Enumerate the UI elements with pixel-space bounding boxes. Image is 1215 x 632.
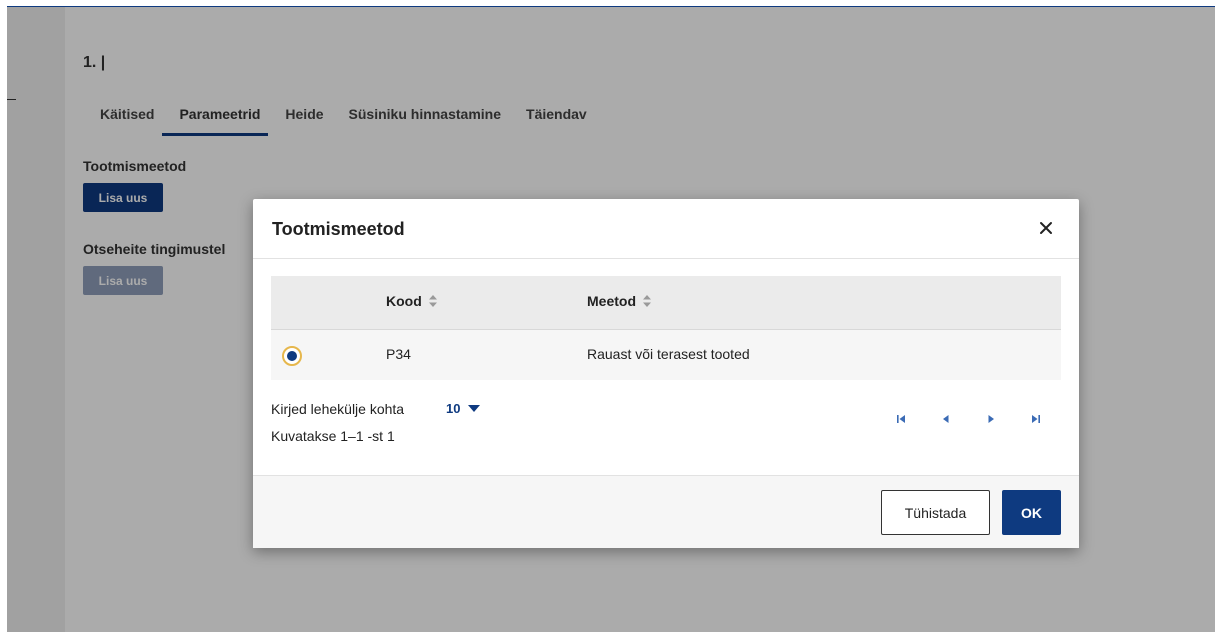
chevron-down-icon: [468, 405, 481, 412]
ok-button[interactable]: OK: [1002, 490, 1061, 535]
dialog-title: Tootmismeetod: [272, 219, 405, 239]
first-page-icon[interactable]: [894, 412, 908, 426]
range-text: Kuvatakse 1–1 -st 1: [271, 428, 395, 444]
table-header-row: Kood Meetod: [271, 276, 1061, 330]
tootmismeetod-dialog: Tootmismeetod Kood Meetod P34 Rauast või…: [253, 199, 1079, 548]
cell-meetod: Rauast või terasest tooted: [587, 346, 750, 362]
last-page-icon[interactable]: [1029, 412, 1043, 426]
column-header-kood[interactable]: Kood: [386, 293, 437, 309]
dialog-header: Tootmismeetod: [253, 199, 1079, 259]
table-row[interactable]: P34 Rauast või terasest tooted: [271, 330, 1061, 380]
prev-page-icon[interactable]: [939, 412, 953, 426]
row-select-radio[interactable]: [282, 346, 302, 366]
left-edge: [0, 0, 7, 632]
cancel-button[interactable]: Tühistada: [881, 490, 990, 535]
column-header-meetod[interactable]: Meetod: [587, 293, 651, 309]
per-page-select[interactable]: 10: [446, 401, 481, 416]
per-page-label: Kirjed lehekülje kohta: [271, 401, 405, 417]
per-page-value: 10: [446, 401, 461, 416]
sort-icon: [428, 295, 437, 307]
radio-selected-dot: [287, 351, 297, 361]
next-page-icon[interactable]: [984, 412, 998, 426]
cell-kood: P34: [386, 346, 411, 362]
column-label-kood: Kood: [386, 293, 422, 309]
sort-icon: [643, 295, 651, 307]
dialog-footer: Tühistada OK: [253, 475, 1079, 548]
column-label-meetod: Meetod: [587, 293, 636, 309]
close-icon[interactable]: [1035, 217, 1057, 239]
methods-table: Kood Meetod P34 Rauast või terasest toot…: [271, 276, 1061, 380]
